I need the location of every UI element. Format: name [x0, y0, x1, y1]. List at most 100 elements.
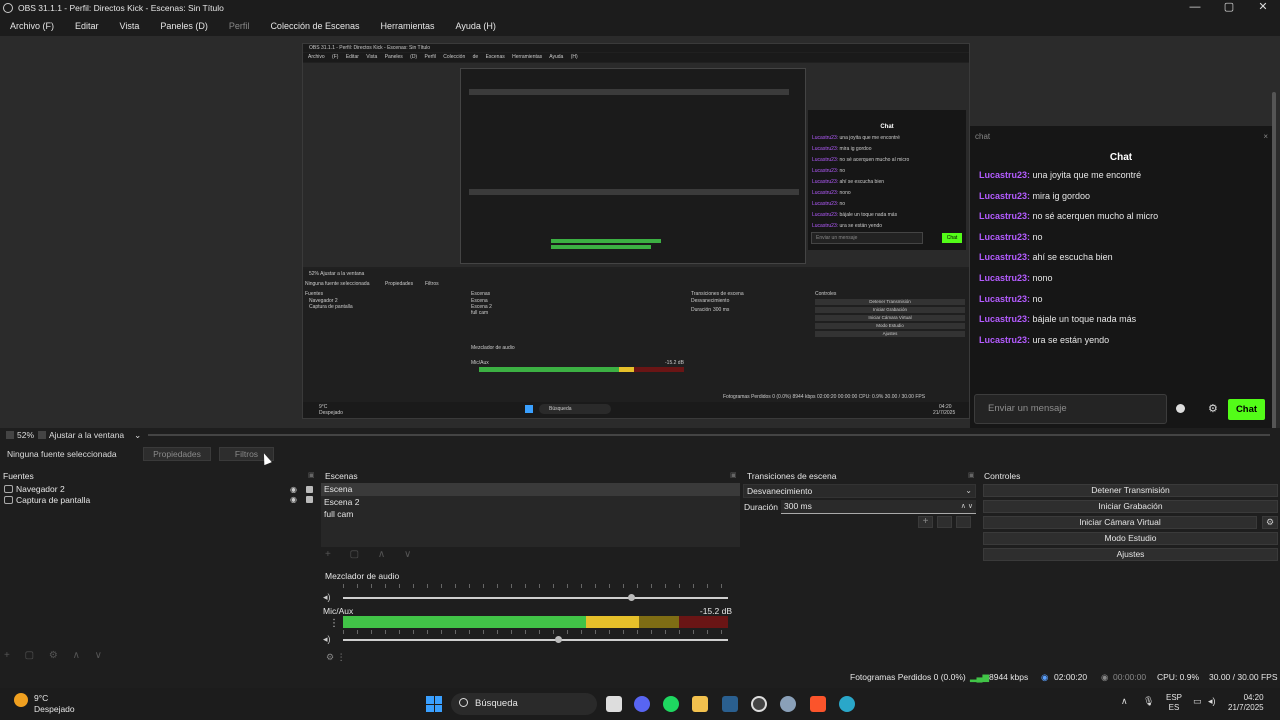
- inner-props: Propiedades: [385, 281, 414, 287]
- task-view-icon[interactable]: [606, 696, 622, 712]
- chat-username[interactable]: Lucastru23:: [979, 273, 1030, 283]
- stop-streaming-button[interactable]: Detener Transmisión: [983, 484, 1278, 497]
- chevron-down-icon[interactable]: ⌄: [134, 430, 141, 441]
- volume-slider-handle[interactable]: [627, 594, 635, 601]
- transition-properties-button[interactable]: [956, 516, 971, 528]
- monitor-slider-track[interactable]: [343, 639, 728, 641]
- inner-window-title: OBS 31.1.1 - Perfil: Directos Kick - Esc…: [303, 44, 969, 52]
- emoji-icon[interactable]: [1176, 404, 1185, 413]
- chat-text: no: [1030, 231, 1043, 242]
- inner-trans-h: Transiciones de escena: [691, 291, 744, 297]
- source-item[interactable]: Captura de pantalla ◉: [0, 495, 318, 506]
- volume-slider-track[interactable]: [343, 597, 728, 599]
- menu-coleccion-escenas[interactable]: Colección de Escenas: [270, 21, 359, 31]
- taskbar-clock[interactable]: 04:20 21/7/2025: [1228, 693, 1264, 713]
- meter-yellow-dim: [639, 616, 679, 628]
- chat-dock-close-icon[interactable]: ×: [1263, 132, 1268, 141]
- network-icon[interactable]: ▭: [1193, 696, 1202, 707]
- chat-username[interactable]: Lucastru23:: [979, 335, 1030, 345]
- monitor-slider-handle[interactable]: [554, 636, 562, 643]
- preview-scrollbar[interactable]: [1270, 82, 1278, 454]
- spinner-icon[interactable]: ∧ ∨: [961, 500, 973, 513]
- dock-undock-icon[interactable]: ▣: [730, 471, 737, 479]
- maximize-button[interactable]: ▢: [1212, 0, 1246, 16]
- remove-transition-button[interactable]: [937, 516, 952, 528]
- volume-icon[interactable]: ◂): [1208, 696, 1216, 707]
- inner-menu-bar: Archivo (F) Editar Vista Paneles (D) Per…: [303, 53, 969, 62]
- menu-vista[interactable]: Vista: [120, 21, 140, 31]
- fit-icon[interactable]: [38, 431, 47, 439]
- chat-username[interactable]: Lucastru23:: [979, 314, 1030, 324]
- steam-icon[interactable]: [722, 696, 738, 712]
- sources-toolbar[interactable]: + ▢ ⚙ ∧ ∨: [4, 650, 108, 661]
- chat-settings-gear-icon[interactable]: ⚙: [1208, 402, 1218, 415]
- speaker-icon[interactable]: ◂): [323, 592, 331, 603]
- settings-gear-icon[interactable]: [780, 696, 796, 712]
- mixer-settings-gear-icon[interactable]: ⚙ ⋮: [326, 652, 346, 663]
- chat-dock: chat × Chat Lucastru23: una joyita que m…: [970, 126, 1272, 430]
- chat-username[interactable]: Lucastru23:: [979, 252, 1030, 262]
- scenes-toolbar[interactable]: + ▢ ∧ ∨: [325, 549, 419, 560]
- chat-send-button[interactable]: Chat: [1228, 399, 1265, 420]
- chat-message-input[interactable]: Enviar un mensaje: [974, 394, 1167, 424]
- start-recording-button[interactable]: Iniciar Grabación: [983, 500, 1278, 513]
- zoom-icon[interactable]: [6, 431, 14, 439]
- menu-paneles[interactable]: Paneles (D): [160, 21, 208, 31]
- scrollbar-thumb[interactable]: [1272, 92, 1276, 442]
- preview-canvas[interactable]: OBS 31.1.1 - Perfil: Directos Kick - Esc…: [0, 36, 1280, 442]
- chat-username[interactable]: Lucastru23:: [979, 294, 1030, 304]
- scene-item[interactable]: Escena 2: [321, 496, 740, 509]
- obs-taskbar-icon[interactable]: [751, 696, 767, 712]
- start-virtual-camera-button[interactable]: Iniciar Cámara Virtual: [983, 516, 1257, 529]
- monitor-icon[interactable]: ◂): [323, 634, 331, 645]
- edge-icon[interactable]: [839, 696, 855, 712]
- taskbar-search[interactable]: Búsqueda: [451, 693, 597, 715]
- dock-undock-icon[interactable]: ▣: [308, 471, 315, 479]
- menu-perfil[interactable]: Perfil: [229, 21, 250, 31]
- inner-chat-line: Lucastru23: bájale un toque nada más: [812, 212, 966, 218]
- chat-username[interactable]: Lucastru23:: [979, 170, 1030, 180]
- microphone-icon[interactable]: 🎙: [1143, 696, 1154, 707]
- weather-condition[interactable]: Despejado: [34, 704, 75, 714]
- minimize-button[interactable]: —: [1178, 0, 1212, 16]
- menu-archivo[interactable]: Archivo (F): [10, 21, 54, 31]
- tray-chevron-up-icon[interactable]: ∧: [1121, 696, 1128, 707]
- weather-temperature[interactable]: 9°C: [34, 693, 48, 703]
- language-indicator[interactable]: ESP ES: [1166, 693, 1182, 713]
- settings-button[interactable]: Ajustes: [983, 548, 1278, 561]
- virtual-camera-settings-gear-icon[interactable]: ⚙: [1262, 516, 1278, 529]
- chat-username[interactable]: Lucastru23:: [979, 211, 1030, 221]
- dock-undock-icon[interactable]: ▣: [968, 471, 975, 479]
- visibility-eye-icon[interactable]: ◉: [290, 485, 297, 494]
- scene-item[interactable]: Escena: [321, 483, 740, 496]
- channel-menu-icon[interactable]: ⋮: [329, 618, 339, 629]
- studio-mode-button[interactable]: Modo Estudio: [983, 532, 1278, 545]
- zoom-mode-select[interactable]: Ajustar a la ventana: [49, 430, 124, 440]
- properties-button[interactable]: Propiedades: [143, 447, 211, 461]
- spotify-icon[interactable]: [663, 696, 679, 712]
- close-button[interactable]: ✕: [1246, 0, 1280, 16]
- chat-username[interactable]: Lucastru23:: [979, 232, 1030, 242]
- menu-editar[interactable]: Editar: [75, 21, 99, 31]
- inner-chat-send: Chat: [942, 233, 962, 243]
- weather-icon[interactable]: [14, 693, 28, 707]
- windows-start-icon[interactable]: [426, 696, 442, 712]
- zoom-percent[interactable]: 52%: [17, 430, 34, 440]
- horizontal-scrollbar[interactable]: [148, 434, 1270, 436]
- transition-select[interactable]: Desvanecimiento ⌄: [743, 484, 976, 498]
- source-item[interactable]: Navegador 2 ◉: [0, 484, 318, 495]
- clock-time: 04:20: [1243, 693, 1264, 702]
- menu-ayuda[interactable]: Ayuda (H): [456, 21, 496, 31]
- duration-input[interactable]: 300 ms ∧ ∨: [781, 500, 976, 514]
- discord-icon[interactable]: [634, 696, 650, 712]
- add-transition-button[interactable]: +: [918, 516, 933, 528]
- visibility-eye-icon[interactable]: ◉: [290, 495, 297, 504]
- lock-icon[interactable]: [306, 496, 313, 504]
- brave-icon[interactable]: [810, 696, 826, 712]
- chat-username[interactable]: Lucastru23:: [979, 191, 1030, 201]
- file-explorer-icon[interactable]: [692, 696, 708, 712]
- menu-herramientas[interactable]: Herramientas: [381, 21, 435, 31]
- chat-message: Lucastru23: no: [979, 232, 1269, 253]
- scene-item[interactable]: full cam: [321, 508, 740, 521]
- lock-icon[interactable]: [306, 485, 313, 493]
